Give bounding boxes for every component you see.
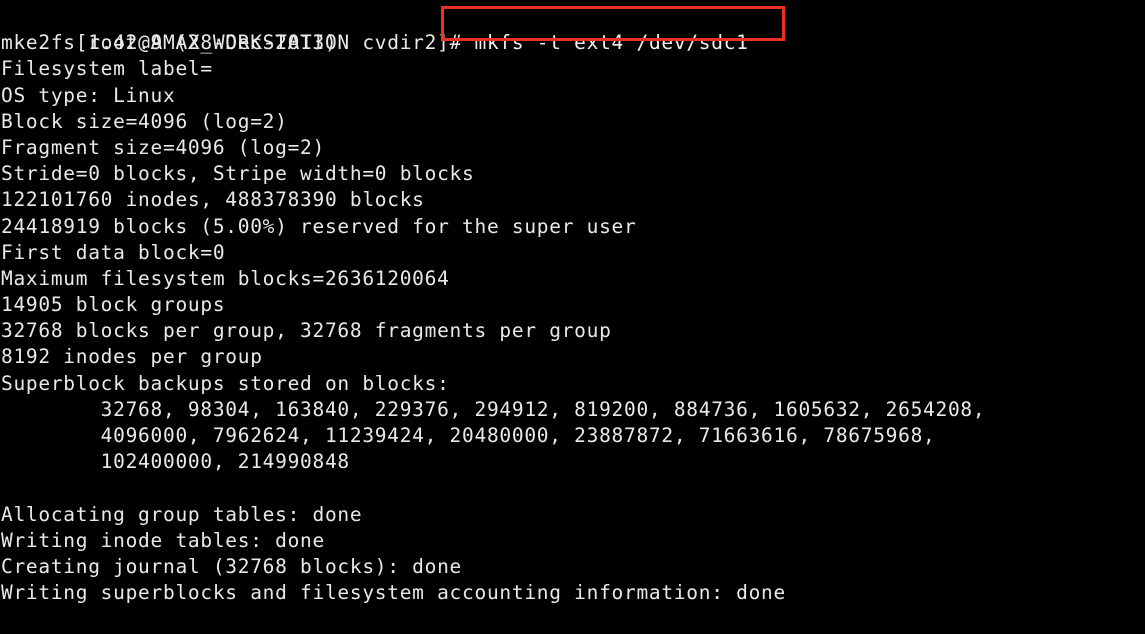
terminal-screen: [root@AMAX_WORKSTATION cvdir2]# mkfs -t … [0, 4, 1145, 606]
output-line-reserved-blocks: 24418919 blocks (5.00%) reserved for the… [1, 214, 637, 238]
output-line-blank [0, 475, 1145, 501]
output-line-maximum-filesystem-blocks: Maximum filesystem blocks=2636120064 [1, 266, 450, 290]
prompt-command-gap [462, 31, 474, 54]
command-prompt-line: [root@AMAX_WORKSTATION cvdir2]# mkfs -t … [0, 4, 1145, 54]
terminal-window[interactable]: [root@AMAX_WORKSTATION cvdir2]# mkfs -t … [0, 0, 1145, 634]
output-line-superblock-backups-header: Superblock backups stored on blocks: [1, 371, 450, 395]
output-line-blocks-per-group: 32768 blocks per group, 32768 fragments … [1, 319, 612, 343]
output-line-first-data-block: First data block=0 [1, 240, 226, 264]
output-line-block-groups: 14905 block groups [1, 293, 226, 317]
output-line-allocating-group-tables: Allocating group tables: done [1, 502, 363, 526]
output-line-superblock-backups-1: 32768, 98304, 163840, 229376, 294912, 81… [1, 397, 986, 421]
output-line-stride-stripe: Stride=0 blocks, Stripe width=0 blocks [1, 162, 475, 186]
output-line-inodes-per-group: 8192 inodes per group [1, 345, 263, 369]
output-line-os-type: OS type: Linux [1, 83, 176, 107]
output-line-fragment-size: Fragment size=4096 (log=2) [1, 135, 325, 159]
entered-command[interactable]: mkfs -t ext4 /dev/sdc1 [475, 31, 749, 54]
output-line-block-size: Block size=4096 (log=2) [1, 109, 288, 133]
shell-prompt: [root@AMAX_WORKSTATION cvdir2]# [75, 31, 463, 55]
output-line-writing-inode-tables: Writing inode tables: done [1, 528, 325, 552]
output-line-superblock-backups-2: 4096000, 7962624, 11239424, 20480000, 23… [1, 424, 936, 447]
output-line-creating-journal: Creating journal (32768 blocks): done [1, 554, 463, 578]
output-line-filesystem-label: Filesystem label= [1, 57, 213, 81]
output-line-inodes-blocks: 122101760 inodes, 488378390 blocks [1, 188, 425, 212]
output-line-superblock-backups-3: 102400000, 214990848 [1, 450, 350, 474]
output-line-writing-superblocks: Writing superblocks and filesystem accou… [1, 581, 786, 605]
